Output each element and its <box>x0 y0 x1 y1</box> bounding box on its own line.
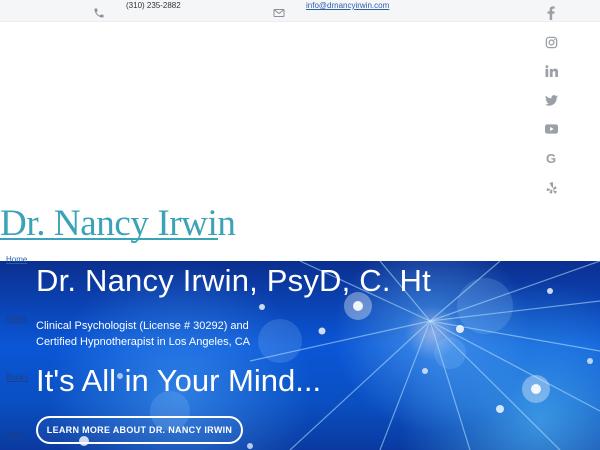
instagram-icon[interactable] <box>543 34 559 50</box>
hero-tagline: It's All in Your Mind... <box>36 363 322 398</box>
nav-link-books[interactable]: Books <box>6 373 28 382</box>
nav-link-home[interactable]: Home <box>6 255 27 264</box>
hero-subtitle-line-1: Clinical Psychologist (License # 30292) … <box>36 320 249 332</box>
twitter-icon[interactable] <box>543 92 559 108</box>
hero-subtitle-line-2: Certified Hypnotherapist in Los Angeles,… <box>36 336 251 348</box>
google-icon[interactable]: G <box>543 150 559 166</box>
hero-subtitle: Clinical Psychologist (License # 30292) … <box>36 318 250 350</box>
phone-number[interactable]: (310) 235-2882 <box>126 1 181 10</box>
phone-icon <box>93 6 105 18</box>
learn-more-button[interactable]: LEARN MORE ABOUT DR. NANCY IRWIN <box>36 416 243 444</box>
hero-banner: Dr. Nancy Irwin, PsyD, C. Ht Clinical Ps… <box>0 261 600 450</box>
envelope-icon <box>273 6 285 18</box>
nav-link-about[interactable]: About <box>6 314 27 323</box>
linkedin-icon[interactable] <box>543 63 559 79</box>
contact-bar: (310) 235-2882 info@drnancyirwin.com <box>0 0 600 22</box>
nav-link-services[interactable]: Serv <box>6 431 22 440</box>
yelp-icon[interactable] <box>543 180 559 196</box>
email-link[interactable]: info@drnancyirwin.com <box>306 1 389 10</box>
youtube-icon[interactable] <box>543 121 559 137</box>
facebook-icon[interactable] <box>543 5 559 21</box>
logo-underline <box>0 238 218 240</box>
hero-title: Dr. Nancy Irwin, PsyD, C. Ht <box>36 263 431 298</box>
